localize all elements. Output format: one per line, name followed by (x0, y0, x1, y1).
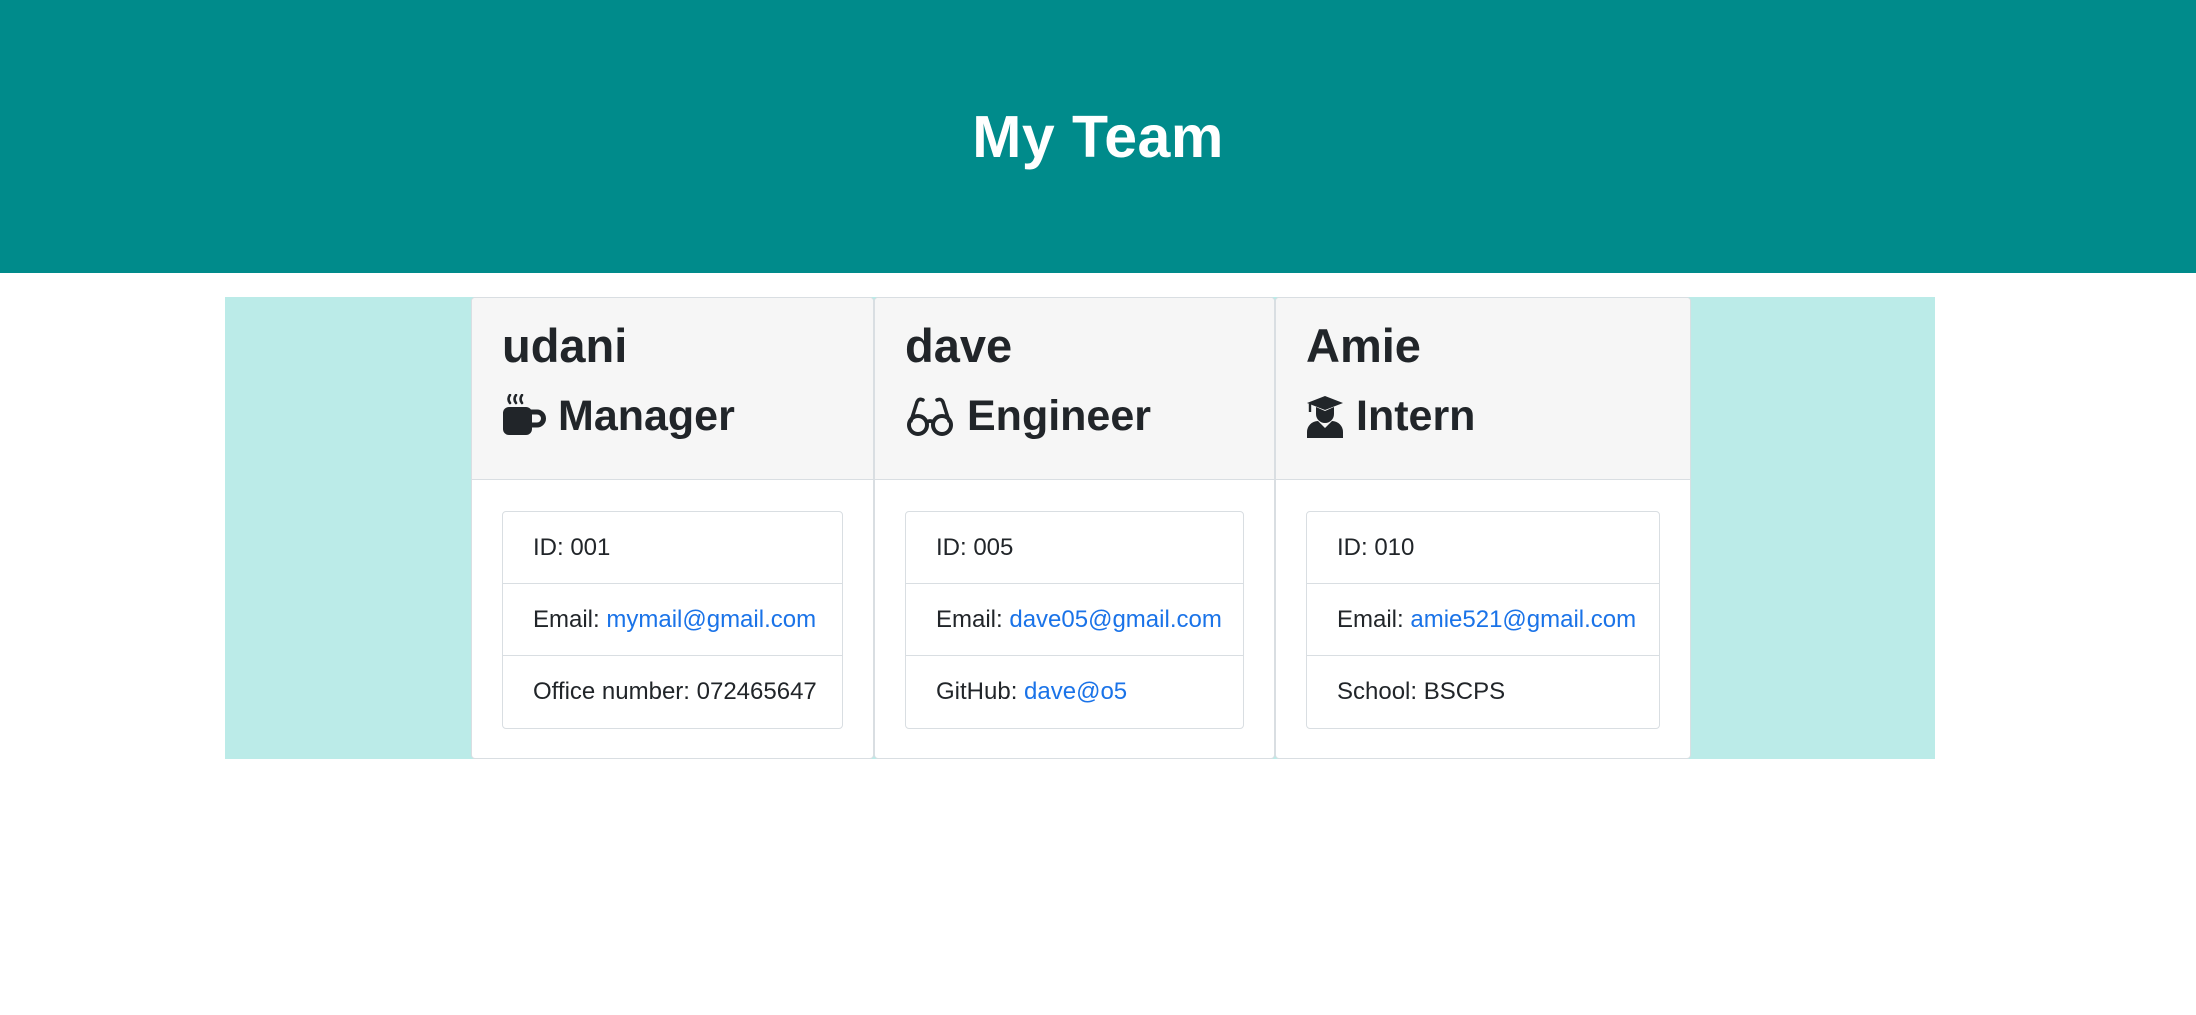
office-number-text: Office number: 072465647 (533, 678, 817, 705)
email-label: Email: (1337, 606, 1411, 633)
employee-name: udani (502, 319, 628, 372)
list-item-github: GitHub: dave@o5 (906, 656, 1243, 728)
email-link[interactable]: dave05@gmail.com (1009, 606, 1221, 633)
info-list: ID: 005 Email: dave05@gmail.com GitHub: … (905, 511, 1244, 729)
github-link[interactable]: dave@o5 (1024, 678, 1127, 705)
employee-role: Engineer (905, 392, 1274, 440)
page-header: My Team (0, 0, 2196, 273)
employee-name: Amie (1306, 319, 1421, 372)
list-item-email: Email: amie521@gmail.com (1307, 584, 1659, 656)
list-item-id: ID: 005 (906, 512, 1243, 584)
card-body: ID: 010 Email: amie521@gmail.com School:… (1276, 480, 1690, 729)
employee-name: dave (905, 319, 1013, 372)
coffee-icon (503, 394, 546, 435)
employee-card-manager: udani Manager ID: 001 Email: mymail@gmai… (471, 297, 874, 759)
card-header: dave Engineer (875, 298, 1274, 480)
id-text: ID: 001 (533, 534, 611, 561)
role-label: Manager (558, 392, 735, 440)
list-item-school: School: BSCPS (1307, 656, 1659, 728)
card-body: ID: 005 Email: dave05@gmail.com GitHub: … (875, 480, 1274, 729)
graduate-icon (1307, 396, 1343, 438)
info-list: ID: 001 Email: mymail@gmail.com Office n… (502, 511, 843, 729)
list-item-id: ID: 010 (1307, 512, 1659, 584)
id-text: ID: 010 (1337, 534, 1415, 561)
list-item-id: ID: 001 (503, 512, 842, 584)
employee-role: Manager (502, 392, 873, 440)
card-header: Amie Intern (1276, 298, 1690, 480)
glasses-icon (907, 397, 953, 436)
employee-card-engineer: dave Engineer ID: 005 Email: dave05@gmai… (874, 297, 1275, 759)
card-body: ID: 001 Email: mymail@gmail.com Office n… (472, 480, 873, 729)
email-link[interactable]: mymail@gmail.com (606, 606, 816, 633)
card-header: udani Manager (472, 298, 873, 480)
email-label: Email: (533, 606, 607, 633)
role-label: Engineer (967, 392, 1151, 440)
github-label: GitHub: (936, 678, 1025, 705)
list-item-email: Email: dave05@gmail.com (906, 584, 1243, 656)
email-link[interactable]: amie521@gmail.com (1410, 606, 1636, 633)
page-title: My Team (972, 103, 1224, 170)
list-item-email: Email: mymail@gmail.com (503, 584, 842, 656)
list-item-office-number: Office number: 072465647 (503, 656, 842, 728)
email-label: Email: (936, 606, 1010, 633)
employee-role: Intern (1306, 392, 1690, 440)
id-text: ID: 005 (936, 534, 1014, 561)
school-text: School: BSCPS (1337, 678, 1506, 705)
role-label: Intern (1356, 392, 1476, 440)
info-list: ID: 010 Email: amie521@gmail.com School:… (1306, 511, 1660, 729)
employee-card-intern: Amie Intern ID: 010 Email: amie521@gmail… (1275, 297, 1691, 759)
team-cards: udani Manager ID: 001 Email: mymail@gmai… (471, 297, 1691, 759)
